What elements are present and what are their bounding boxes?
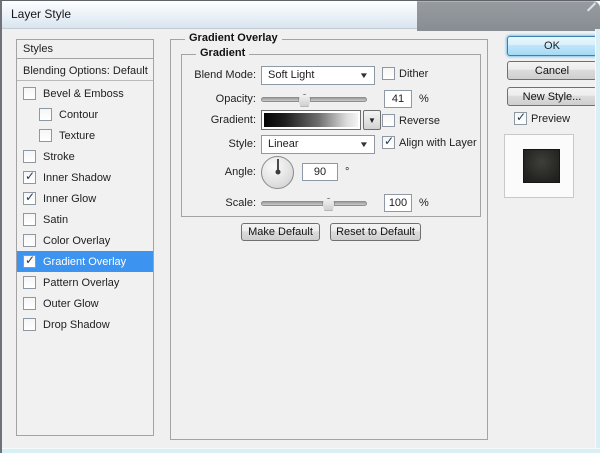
- style-list-item-inner-glow[interactable]: Inner Glow: [17, 188, 153, 209]
- gradient-overlay-group: Gradient Overlay Gradient Blend Mode: So…: [170, 39, 488, 440]
- style-list-item-bevel-emboss[interactable]: Bevel & Emboss: [17, 83, 153, 104]
- style-list-item-label: Texture: [59, 130, 95, 142]
- style-list-item-outer-glow[interactable]: Outer Glow: [17, 293, 153, 314]
- style-dropdown[interactable]: Linear ▼: [261, 135, 375, 154]
- style-list-item-label: Stroke: [43, 151, 75, 163]
- style-list-item-label: Bevel & Emboss: [43, 88, 124, 100]
- cancel-button[interactable]: Cancel: [507, 61, 597, 80]
- style-list-item-drop-shadow[interactable]: Drop Shadow: [17, 314, 153, 335]
- angle-unit: °: [345, 166, 349, 178]
- blend-mode-label: Blend Mode:: [182, 69, 256, 81]
- reset-to-default-button[interactable]: Reset to Default: [330, 223, 421, 241]
- dither-label: Dither: [399, 68, 428, 80]
- style-value: Linear: [268, 138, 299, 150]
- chevron-down-icon: ▼: [359, 71, 369, 80]
- effect-checkbox[interactable]: [39, 129, 52, 142]
- window-border-right: [595, 29, 600, 453]
- style-list-item-blending-options-default[interactable]: Blending Options: Default: [17, 61, 153, 81]
- style-label: Style:: [182, 138, 256, 150]
- effect-checkbox[interactable]: [23, 87, 36, 100]
- style-list-item-label: Color Overlay: [43, 235, 110, 247]
- opacity-slider-thumb[interactable]: [298, 94, 311, 107]
- style-list-item-gradient-overlay[interactable]: Gradient Overlay: [17, 251, 153, 272]
- chevron-down-icon: ▼: [359, 140, 369, 149]
- style-list-item-label: Pattern Overlay: [43, 277, 119, 289]
- angle-dial[interactable]: [261, 156, 294, 189]
- effect-checkbox[interactable]: [23, 318, 36, 331]
- angle-label: Angle:: [182, 166, 256, 178]
- new-style-button[interactable]: New Style...: [507, 87, 597, 106]
- gradient-group: Gradient Blend Mode: Soft Light ▼ Dither…: [181, 54, 481, 217]
- layer-style-dialog: Layer Style Styles Blending Options: Def…: [0, 0, 600, 453]
- opacity-slider[interactable]: [261, 97, 367, 102]
- style-list-item-label: Drop Shadow: [43, 319, 110, 331]
- gradient-label: Gradient:: [182, 114, 256, 126]
- align-with-layer-checkbox[interactable]: Align with Layer: [382, 136, 477, 149]
- style-preview-thumbnail: [523, 149, 560, 183]
- style-list-item-label: Blending Options: Default: [23, 65, 148, 77]
- preview-checkbox[interactable]: Preview: [514, 112, 570, 125]
- chevron-down-icon: ▼: [368, 116, 376, 125]
- gradient-preview: [264, 113, 358, 127]
- style-list-item-label: Satin: [43, 214, 68, 226]
- style-list-item-label: Gradient Overlay: [43, 256, 126, 268]
- reverse-checkbox-box[interactable]: [382, 114, 395, 127]
- styles-panel-header: Styles: [16, 39, 154, 59]
- scale-slider[interactable]: [261, 201, 367, 206]
- effect-checkbox[interactable]: [23, 276, 36, 289]
- align-with-layer-checkbox-box[interactable]: [382, 136, 395, 149]
- style-preview-panel: [504, 134, 574, 198]
- effect-checkbox[interactable]: [23, 297, 36, 310]
- blend-mode-dropdown[interactable]: Soft Light ▼: [261, 66, 375, 85]
- style-list-item-label: Contour: [59, 109, 98, 121]
- style-list-item-pattern-overlay[interactable]: Pattern Overlay: [17, 272, 153, 293]
- effect-checkbox[interactable]: [23, 213, 36, 226]
- style-list-item-color-overlay[interactable]: Color Overlay: [17, 230, 153, 251]
- effect-checkbox[interactable]: [23, 171, 36, 184]
- blend-mode-value: Soft Light: [268, 69, 314, 81]
- scale-unit: %: [419, 197, 429, 209]
- style-list-item-contour[interactable]: Contour: [17, 104, 153, 125]
- style-list-item-texture[interactable]: Texture: [17, 125, 153, 146]
- style-list-item-satin[interactable]: Satin: [17, 209, 153, 230]
- angle-input[interactable]: 90: [302, 163, 338, 181]
- style-list-item-inner-shadow[interactable]: Inner Shadow: [17, 167, 153, 188]
- style-list-item-label: Inner Shadow: [43, 172, 111, 184]
- effect-checkbox[interactable]: [23, 192, 36, 205]
- style-list-item-label: Inner Glow: [43, 193, 96, 205]
- align-with-layer-label: Align with Layer: [399, 137, 477, 149]
- scale-slider-thumb[interactable]: [322, 198, 335, 211]
- window-border-bottom: [2, 448, 600, 453]
- scale-input[interactable]: 100: [384, 194, 412, 212]
- opacity-input[interactable]: 41: [384, 90, 412, 108]
- preview-label: Preview: [531, 113, 570, 125]
- style-list-item-stroke[interactable]: Stroke: [17, 146, 153, 167]
- styles-list: Blending Options: Default Bevel & Emboss C…: [16, 58, 154, 436]
- opacity-unit: %: [419, 93, 429, 105]
- effect-checkbox[interactable]: [23, 150, 36, 163]
- style-list-item-label: Outer Glow: [43, 298, 99, 310]
- reverse-checkbox[interactable]: Reverse: [382, 114, 440, 127]
- scale-label: Scale:: [182, 197, 256, 209]
- effect-checkbox[interactable]: [23, 255, 36, 268]
- opacity-label: Opacity:: [182, 93, 256, 105]
- gradient-picker-arrow-button[interactable]: ▼: [363, 110, 381, 130]
- gradient-group-label: Gradient: [196, 47, 249, 59]
- ok-button[interactable]: OK: [507, 36, 597, 56]
- dither-checkbox[interactable]: Dither: [382, 67, 428, 80]
- preview-checkbox-box[interactable]: [514, 112, 527, 125]
- reverse-label: Reverse: [399, 115, 440, 127]
- dither-checkbox-box[interactable]: [382, 67, 395, 80]
- effect-checkbox[interactable]: [23, 234, 36, 247]
- gradient-swatch[interactable]: [261, 110, 361, 130]
- overlapping-window-corner: [417, 1, 600, 31]
- gradient-overlay-group-label: Gradient Overlay: [185, 32, 282, 44]
- effect-checkbox[interactable]: [39, 108, 52, 121]
- make-default-button[interactable]: Make Default: [241, 223, 320, 241]
